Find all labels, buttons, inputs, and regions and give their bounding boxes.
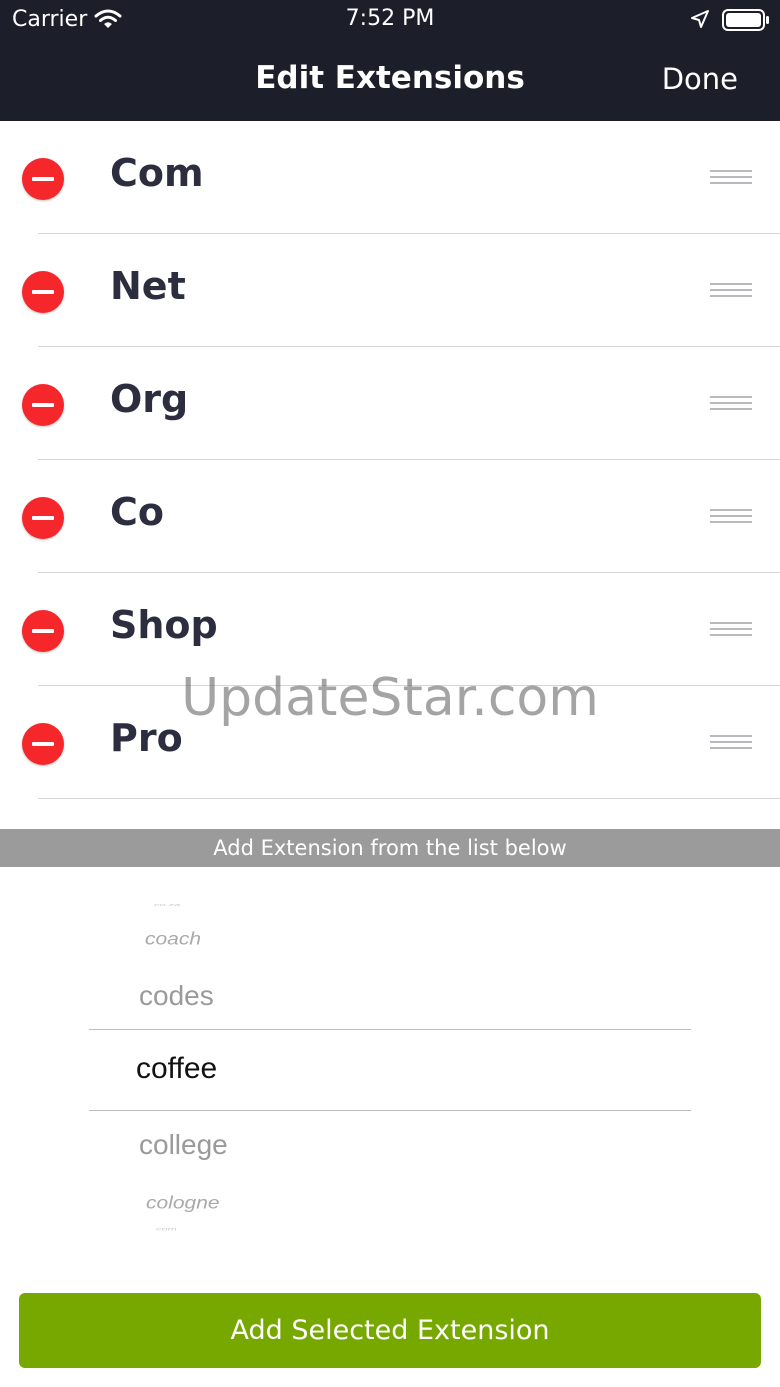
reorder-handle-icon[interactable] — [710, 735, 752, 751]
add-extension-banner: Add Extension from the list below — [0, 829, 780, 867]
extension-row: Net — [0, 234, 780, 347]
extension-row: Org — [0, 347, 780, 460]
extension-picker[interactable]: co.za coach codes coffee college cologne… — [0, 867, 780, 1287]
delete-icon[interactable] — [22, 271, 64, 313]
navigation-bar: Edit Extensions Done — [0, 40, 780, 121]
picker-option[interactable]: college — [139, 1129, 228, 1161]
picker-option[interactable]: codes — [139, 980, 214, 1012]
reorder-handle-icon[interactable] — [710, 396, 752, 412]
done-button[interactable]: Done — [662, 62, 738, 96]
extension-label: Shop — [110, 603, 218, 647]
picker-selection-line-bottom — [89, 1110, 691, 1111]
delete-icon[interactable] — [22, 497, 64, 539]
extension-label: Org — [110, 377, 189, 421]
delete-icon[interactable] — [22, 158, 64, 200]
reorder-handle-icon[interactable] — [710, 622, 752, 638]
battery-icon — [722, 9, 770, 35]
delete-icon[interactable] — [22, 723, 64, 765]
delete-icon[interactable] — [22, 384, 64, 426]
clock: 7:52 PM — [345, 6, 435, 31]
picker-option[interactable]: coach — [145, 929, 201, 949]
reorder-handle-icon[interactable] — [710, 170, 752, 186]
add-selected-extension-button[interactable]: Add Selected Extension — [19, 1293, 761, 1368]
watermark: UpdateStar.com — [181, 668, 599, 728]
extension-row: Co — [0, 460, 780, 573]
reorder-handle-icon[interactable] — [710, 283, 752, 299]
picker-selected-option[interactable]: coffee — [136, 1052, 217, 1086]
extension-label: Net — [110, 264, 186, 308]
picker-selection-line-top — [89, 1029, 691, 1030]
reorder-handle-icon[interactable] — [710, 509, 752, 525]
picker-option[interactable]: cologne — [146, 1193, 220, 1213]
extension-label: Com — [110, 151, 204, 195]
row-divider — [38, 798, 780, 799]
picker-option[interactable]: co.za — [154, 903, 180, 907]
status-bar: Carrier 7:52 PM — [0, 0, 780, 40]
extension-label: Co — [110, 490, 164, 534]
delete-icon[interactable] — [22, 610, 64, 652]
picker-option[interactable]: com — [156, 1227, 177, 1232]
location-arrow-icon — [690, 9, 710, 33]
extension-row: Com — [0, 121, 780, 234]
